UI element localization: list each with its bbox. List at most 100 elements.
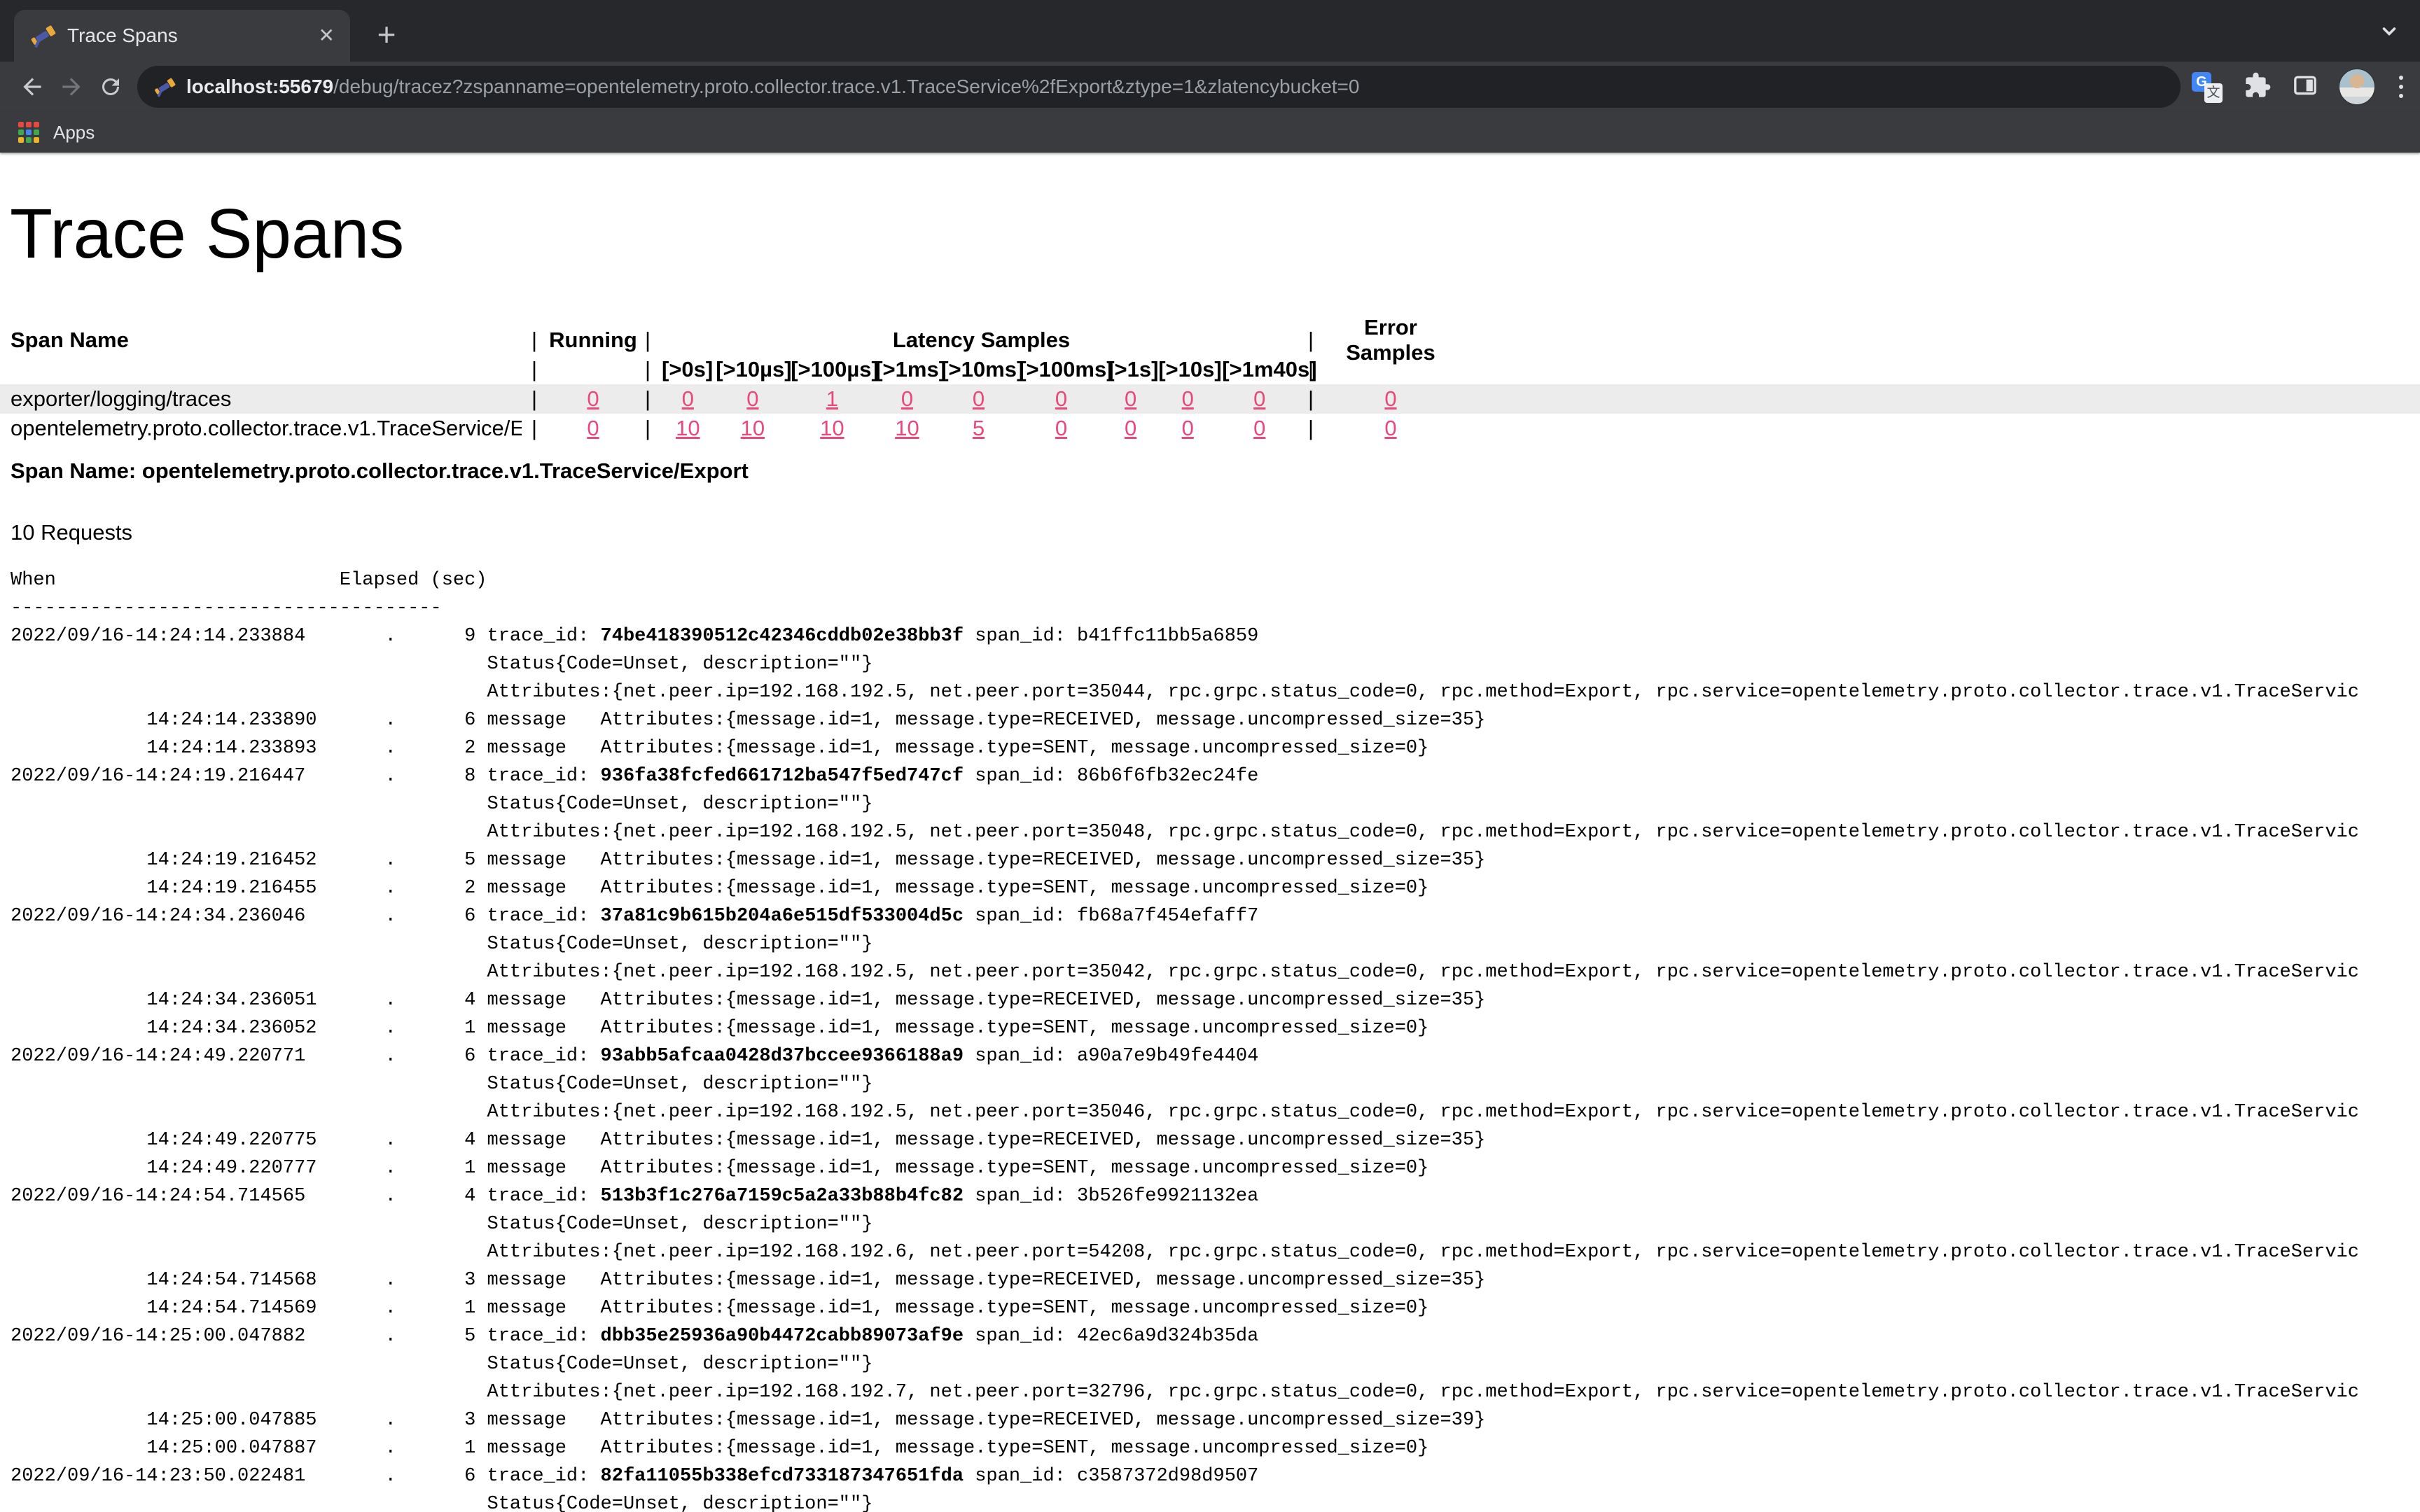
message-line: 14:24:34.236052 . 1 message Attributes:{… xyxy=(11,1014,2420,1042)
error-count-link[interactable]: 0 xyxy=(1384,416,1396,440)
request-when: 2022/09/16-14:24:19.216447 . 8 trace_id: xyxy=(11,766,601,787)
bucket-count-link[interactable]: 5 xyxy=(973,416,985,440)
message-line: 14:24:49.220775 . 4 message Attributes:{… xyxy=(11,1126,2420,1154)
message-line: 14:24:34.236051 . 4 message Attributes:{… xyxy=(11,986,2420,1014)
profile-avatar[interactable] xyxy=(2339,69,2375,105)
running-count-link[interactable]: 0 xyxy=(587,386,599,411)
bucket-label: [>0s] xyxy=(662,357,713,382)
attributes-line: Attributes:{net.peer.ip=192.168.192.5, n… xyxy=(11,818,2420,846)
bookmarks-bar: Apps xyxy=(0,112,2420,153)
bucket-count-link[interactable]: 0 xyxy=(746,386,758,411)
request-line: 2022/09/16-14:24:49.220771 . 6 trace_id:… xyxy=(11,1042,2420,1070)
span-id-value: span_id: fb68a7f454efaff7 xyxy=(964,906,1258,927)
apps-grid-icon[interactable] xyxy=(18,122,39,143)
span-id-value: span_id: 86b6f6fb32ec24fe xyxy=(964,766,1258,787)
span-summary-table: Span Name | Running | Latency Samples | … xyxy=(0,326,2420,443)
col-error-samples: Error Samples xyxy=(1321,315,1461,365)
bucket-label: [>1m40s] xyxy=(1222,357,1300,382)
table-row: exporter/logging/traces | 0 | 0 0 1 0 0 … xyxy=(0,384,2420,414)
message-line: 14:25:00.047885 . 3 message Attributes:{… xyxy=(11,1406,2420,1434)
col-divider: | xyxy=(522,386,547,412)
translate-icon[interactable]: G文 xyxy=(2192,71,2224,103)
bucket-count-link[interactable]: 0 xyxy=(1253,416,1265,440)
tab-search-chevron-icon[interactable] xyxy=(2377,18,2402,47)
attributes-line: Attributes:{net.peer.ip=192.168.192.5, n… xyxy=(11,678,2420,706)
message-line: 14:24:54.714568 . 3 message Attributes:{… xyxy=(11,1266,2420,1294)
error-count-link[interactable]: 0 xyxy=(1384,386,1396,411)
bucket-label: [>10s] xyxy=(1158,357,1219,382)
col-divider: | xyxy=(639,386,656,412)
browser-menu-icon[interactable] xyxy=(2395,76,2407,98)
request-when: 2022/09/16-14:23:50.022481 . 6 trace_id: xyxy=(11,1466,601,1487)
bucket-count-link[interactable]: 10 xyxy=(820,416,844,440)
table-row: opentelemetry.proto.collector.trace.v1.T… xyxy=(0,414,2420,443)
running-count-link[interactable]: 0 xyxy=(587,416,599,440)
span-name-cell: opentelemetry.proto.collector.trace.v1.T… xyxy=(0,416,522,441)
telescope-favicon-icon xyxy=(29,23,55,48)
request-line: 2022/09/16-14:24:34.236046 . 6 trace_id:… xyxy=(11,902,2420,930)
message-line: 14:25:00.047887 . 1 message Attributes:{… xyxy=(11,1434,2420,1462)
col-divider: | xyxy=(639,416,656,441)
col-span-name: Span Name xyxy=(0,328,522,353)
selected-span-name: Span Name: opentelemetry.proto.collector… xyxy=(11,458,2420,484)
trace-id-value: 93abb5afcaa0428d37bccee9366188a9 xyxy=(601,1046,964,1067)
col-running: Running xyxy=(547,328,639,353)
bucket-count-link[interactable]: 0 xyxy=(1182,416,1194,440)
request-when: 2022/09/16-14:25:00.047882 . 5 trace_id: xyxy=(11,1326,601,1347)
page-content: Trace Spans Span Name | Running | Latenc… xyxy=(0,197,2420,1512)
bucket-count-link[interactable]: 0 xyxy=(1125,416,1136,440)
bucket-count-link[interactable]: 0 xyxy=(901,386,913,411)
bucket-count-link[interactable]: 10 xyxy=(741,416,765,440)
request-when: 2022/09/16-14:24:14.233884 . 9 trace_id: xyxy=(11,626,601,647)
message-line: 14:24:54.714569 . 1 message Attributes:{… xyxy=(11,1294,2420,1322)
browser-tab[interactable]: Trace Spans ✕ xyxy=(14,10,350,62)
bucket-header-row: | | [>0s] [>10µs] [>100µs] [>1ms] [>10ms… xyxy=(0,355,2420,384)
request-when: 2022/09/16-14:24:54.714565 . 4 trace_id: xyxy=(11,1186,601,1207)
span-id-value: span_id: 42ec6a9d324b35da xyxy=(964,1326,1258,1347)
bucket-count-link[interactable]: 10 xyxy=(895,416,919,440)
bucket-count-link[interactable]: 1 xyxy=(826,386,838,411)
bucket-count-link[interactable]: 10 xyxy=(676,416,700,440)
message-line: 14:24:19.216455 . 2 message Attributes:{… xyxy=(11,874,2420,902)
back-button[interactable] xyxy=(13,67,52,106)
trace-id-value: 936fa38fcfed661712ba547f5ed747cf xyxy=(601,766,964,787)
request-line: 2022/09/16-14:24:14.233884 . 9 trace_id:… xyxy=(11,622,2420,650)
log-separator: -------------------------------------- xyxy=(11,594,2420,622)
tab-close-icon[interactable]: ✕ xyxy=(319,26,335,46)
request-when: 2022/09/16-14:24:34.236046 . 6 trace_id: xyxy=(11,906,601,927)
new-tab-button[interactable]: + xyxy=(367,15,406,55)
side-panel-icon[interactable] xyxy=(2291,71,2319,103)
bucket-count-link[interactable]: 0 xyxy=(1055,386,1067,411)
extensions-puzzle-icon[interactable] xyxy=(2244,71,2272,103)
bucket-count-link[interactable]: 0 xyxy=(1125,386,1136,411)
attributes-line: Attributes:{net.peer.ip=192.168.192.5, n… xyxy=(11,958,2420,986)
message-line: 14:24:14.233890 . 6 message Attributes:{… xyxy=(11,706,2420,734)
site-favicon-icon xyxy=(153,76,175,98)
bucket-count-link[interactable]: 0 xyxy=(682,386,694,411)
bucket-label: [>1ms] xyxy=(875,357,938,382)
bucket-count-link[interactable]: 0 xyxy=(973,386,985,411)
bucket-count-link[interactable]: 0 xyxy=(1253,386,1265,411)
reload-button[interactable] xyxy=(91,67,130,106)
bucket-count-link[interactable]: 0 xyxy=(1055,416,1067,440)
bucket-count-link[interactable]: 0 xyxy=(1182,386,1194,411)
apps-bookmark[interactable]: Apps xyxy=(53,122,95,144)
browser-toolbar: localhost:55679/debug/tracez?zspanname=o… xyxy=(0,62,2420,112)
status-line: Status{Code=Unset, description=""} xyxy=(11,1490,2420,1512)
col-latency-samples: Latency Samples xyxy=(656,328,1301,353)
url-bar[interactable]: localhost:55679/debug/tracez?zspanname=o… xyxy=(137,66,2181,108)
trace-id-value: 513b3f1c276a7159c5a2a33b88b4fc82 xyxy=(601,1186,964,1207)
status-line: Status{Code=Unset, description=""} xyxy=(11,790,2420,818)
bucket-label: [>100µs] xyxy=(791,357,872,382)
trace-id-value: dbb35e25936a90b4472cabb89073af9e xyxy=(601,1326,964,1347)
bucket-label: [>10µs] xyxy=(716,357,788,382)
message-line: 14:24:49.220777 . 1 message Attributes:{… xyxy=(11,1154,2420,1182)
forward-button[interactable] xyxy=(52,67,91,106)
request-line: 2022/09/16-14:24:19.216447 . 8 trace_id:… xyxy=(11,762,2420,790)
url-path: /debug/tracez?zspanname=opentelemetry.pr… xyxy=(333,76,1359,97)
trace-id-value: 37a81c9b615b204a6e515df533004d5c xyxy=(601,906,964,927)
span-id-value: span_id: 3b526fe9921132ea xyxy=(964,1186,1258,1207)
col-divider: | xyxy=(1301,357,1321,382)
message-line: 14:24:19.216452 . 5 message Attributes:{… xyxy=(11,846,2420,874)
tab-title: Trace Spans xyxy=(67,24,319,47)
